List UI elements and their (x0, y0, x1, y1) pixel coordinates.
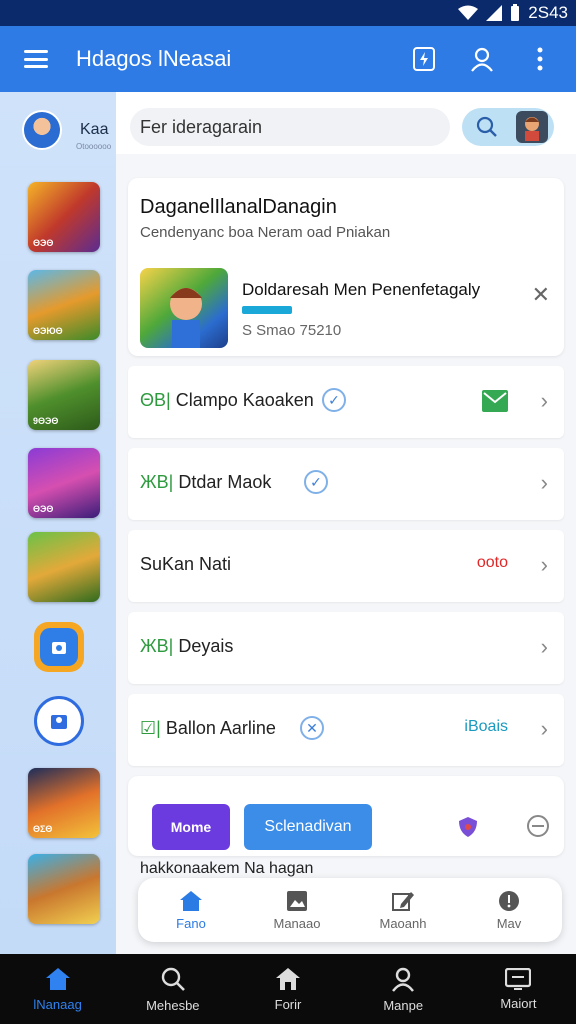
game-tag (242, 306, 292, 314)
avatar (22, 110, 62, 150)
chevron-right-icon: › (540, 716, 548, 741)
sidebar-profile[interactable]: Kaa Otoooooo (0, 102, 116, 158)
subnav-item-home[interactable]: Fano (138, 878, 244, 942)
home-icon (45, 967, 70, 990)
game-thumbnail[interactable]: ΘЭЮΘ (28, 270, 100, 340)
row-label: Dtdar Maok (178, 472, 272, 492)
chevron-right-icon: › (540, 552, 548, 577)
mail-icon (482, 390, 508, 412)
chevron-right-icon: › (540, 388, 548, 413)
edit-icon (392, 891, 414, 911)
close-icon[interactable]: ✕ (532, 282, 550, 308)
row-prefix: ЖB| (140, 636, 174, 656)
row-label: Ballon Aarline (165, 718, 276, 738)
user-badge-icon[interactable] (34, 696, 84, 746)
subnav-item-info[interactable]: Mav (456, 878, 562, 942)
row-label: SuKan Nati (140, 554, 232, 574)
bottomnav-item-search[interactable]: Mehesbe (115, 954, 230, 1024)
user-icon (392, 967, 415, 992)
game-thumbnail[interactable] (28, 854, 100, 924)
game-thumbnail[interactable]: 9ΘЭΘ (28, 360, 100, 430)
chevron-right-icon: › (540, 634, 548, 659)
more-options-icon[interactable] (526, 45, 554, 73)
profile-subtitle: Otoooooo (76, 142, 112, 151)
game-title: Doldaresah Men Penenfetagaly (242, 280, 481, 299)
list-item[interactable]: ЖB| Deyais › (128, 612, 564, 684)
avatar (516, 111, 548, 143)
sub-navigation: Fano Manaao Maoanh Mav (138, 878, 562, 942)
profile-icon[interactable] (468, 45, 496, 73)
subnav-item-media[interactable]: Manaao (244, 878, 350, 942)
search-button[interactable] (462, 108, 554, 146)
secondary-pill-button[interactable]: Sclenadivan (244, 804, 372, 850)
camera-app-icon[interactable] (34, 622, 84, 672)
row-value: iBoais (464, 718, 508, 735)
signal-icon (486, 5, 503, 21)
bottomnav-item-tv[interactable]: Maiort (461, 954, 576, 1024)
search-input[interactable] (130, 108, 450, 146)
notification-icon[interactable] (410, 45, 438, 73)
bottom-partial-text: hakkonaakem Na hagan (140, 860, 314, 877)
shield-icon[interactable] (458, 816, 478, 838)
row-label: Clampo Kaoaken (175, 390, 314, 410)
list-item[interactable]: ☑| Ballon Aarline ✕ iBoais › (128, 694, 564, 766)
action-card: Mome Sclenadivan (128, 776, 564, 856)
hamburger-menu-icon[interactable] (24, 50, 48, 68)
main-content: DaganelIlanalDanagin Cendenyanc boa Nera… (116, 92, 576, 954)
search-icon (476, 116, 497, 137)
check-circle-icon: ✓ (322, 388, 346, 412)
bottomnav-item-home[interactable]: lNanaag (0, 954, 115, 1024)
page-title: Hdagos lNeasai (76, 46, 232, 71)
minus-circle-icon[interactable] (526, 814, 550, 838)
featured-card: DaganelIlanalDanagin Cendenyanc boa Nera… (128, 178, 564, 356)
row-prefix: ЖB| (140, 472, 174, 492)
tv-icon (505, 967, 532, 990)
wifi-icon (458, 5, 479, 20)
search-bar (116, 92, 576, 154)
profile-name: Kaa (80, 121, 109, 138)
row-prefix: ΘB| (140, 390, 171, 410)
row-prefix: ☑| (140, 718, 161, 738)
game-image[interactable] (140, 268, 228, 348)
battery-icon (511, 4, 520, 21)
bottom-navigation: lNanaag Mehesbe Forir Manpe Maiort (0, 954, 576, 1024)
list-item[interactable]: ΘB| Clampo Kaoaken ✓ › (128, 366, 564, 438)
bottomnav-item-house[interactable]: Forir (230, 954, 345, 1024)
section-title: DaganelIlanalDanagin (140, 196, 337, 218)
check-circle-icon: ✓ (304, 470, 328, 494)
game-meta: S Smao 75210 (242, 322, 342, 339)
game-thumbnail[interactable]: ΘЭΘ (28, 182, 100, 252)
status-bar: 2S43 (0, 0, 576, 26)
home-icon (180, 890, 202, 911)
sidebar: Kaa Otoooooo ΘЭΘ ΘЭЮΘ 9ΘЭΘ ΘЭΘ ΘΣΘ (0, 92, 116, 954)
row-label: Deyais (178, 636, 234, 656)
status-time: 2S43 (528, 3, 568, 22)
list-item[interactable]: SuKan Nati ooto › (128, 530, 564, 602)
section-subtitle: Cendenyanc boa Neram oad Pniakan (140, 224, 391, 241)
bottomnav-item-user[interactable]: Manpe (346, 954, 461, 1024)
subnav-item-edit[interactable]: Maoanh (350, 878, 456, 942)
info-icon (499, 890, 519, 911)
game-thumbnail[interactable]: ΘЭΘ (28, 448, 100, 518)
primary-pill-button[interactable]: Mome (152, 804, 230, 850)
app-bar: Hdagos lNeasai (0, 26, 576, 92)
row-value: ooto (476, 554, 508, 571)
game-thumbnail[interactable]: ΘΣΘ (28, 768, 100, 838)
list-item[interactable]: ЖB| Dtdar Maok ✓ › (128, 448, 564, 520)
image-icon (287, 890, 307, 911)
house-icon (276, 967, 300, 990)
close-circle-icon: ✕ (300, 716, 324, 740)
game-thumbnail[interactable] (28, 532, 100, 602)
chevron-right-icon: › (540, 470, 548, 495)
search-icon (161, 967, 185, 991)
